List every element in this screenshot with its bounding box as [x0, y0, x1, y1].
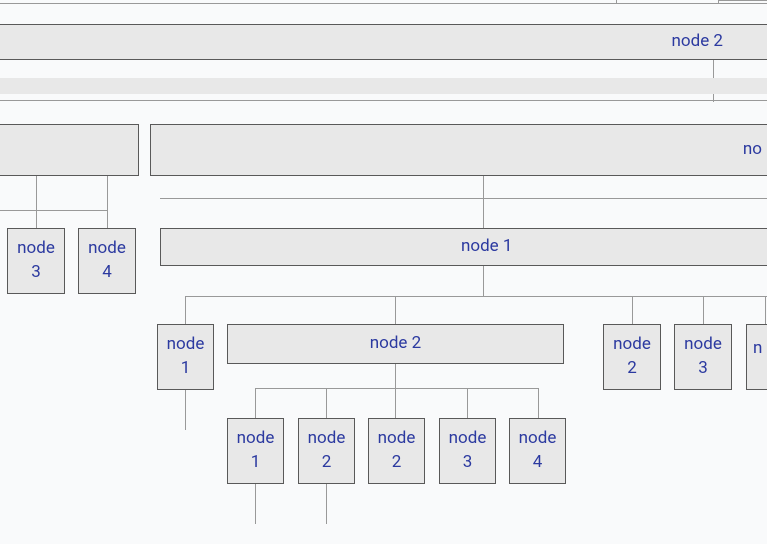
node-label: node 2	[373, 427, 420, 475]
node-label: node 1	[232, 427, 279, 475]
node-label: node 3	[679, 333, 727, 381]
tree-node-row2-right: no	[150, 124, 767, 176]
tree-node-row2-left	[0, 124, 139, 176]
node-label: node 4	[83, 237, 131, 285]
node-label: node 3	[444, 427, 491, 475]
node-label: node 1	[461, 235, 512, 259]
tree-node-r4-2big: node 2	[227, 324, 564, 364]
node-label: node 4	[514, 427, 561, 475]
tree-node-r5-4: node 4	[509, 418, 566, 484]
node-label: node 2	[608, 333, 656, 381]
tree-node-r4-3: node 3	[674, 324, 732, 390]
tree-node-row1: node 2	[0, 24, 767, 60]
node-label: node 2	[303, 427, 350, 475]
tree-node-r5-2b: node 2	[368, 418, 425, 484]
tree-node-r5-3: node 3	[439, 418, 496, 484]
node-label: n	[753, 337, 762, 361]
tree-node-r5-2a: node 2	[298, 418, 355, 484]
tree-node-3: node 3	[7, 228, 65, 294]
tree-node-r4-right: n	[746, 324, 767, 390]
tree-node-r4-1: node 1	[157, 324, 214, 390]
tree-node-4: node 4	[78, 228, 136, 294]
tree-node-r5-1: node 1	[227, 418, 284, 484]
tree-node-1-big: node 1	[160, 228, 767, 266]
node-label: node 1	[162, 333, 209, 381]
node-label: no	[743, 138, 762, 162]
node-label: node 2	[370, 332, 421, 356]
node-label: node 2	[672, 30, 723, 54]
tree-node-small	[0, 78, 767, 94]
node-label: node 3	[12, 237, 60, 285]
tree-node-r4-2: node 2	[603, 324, 661, 390]
